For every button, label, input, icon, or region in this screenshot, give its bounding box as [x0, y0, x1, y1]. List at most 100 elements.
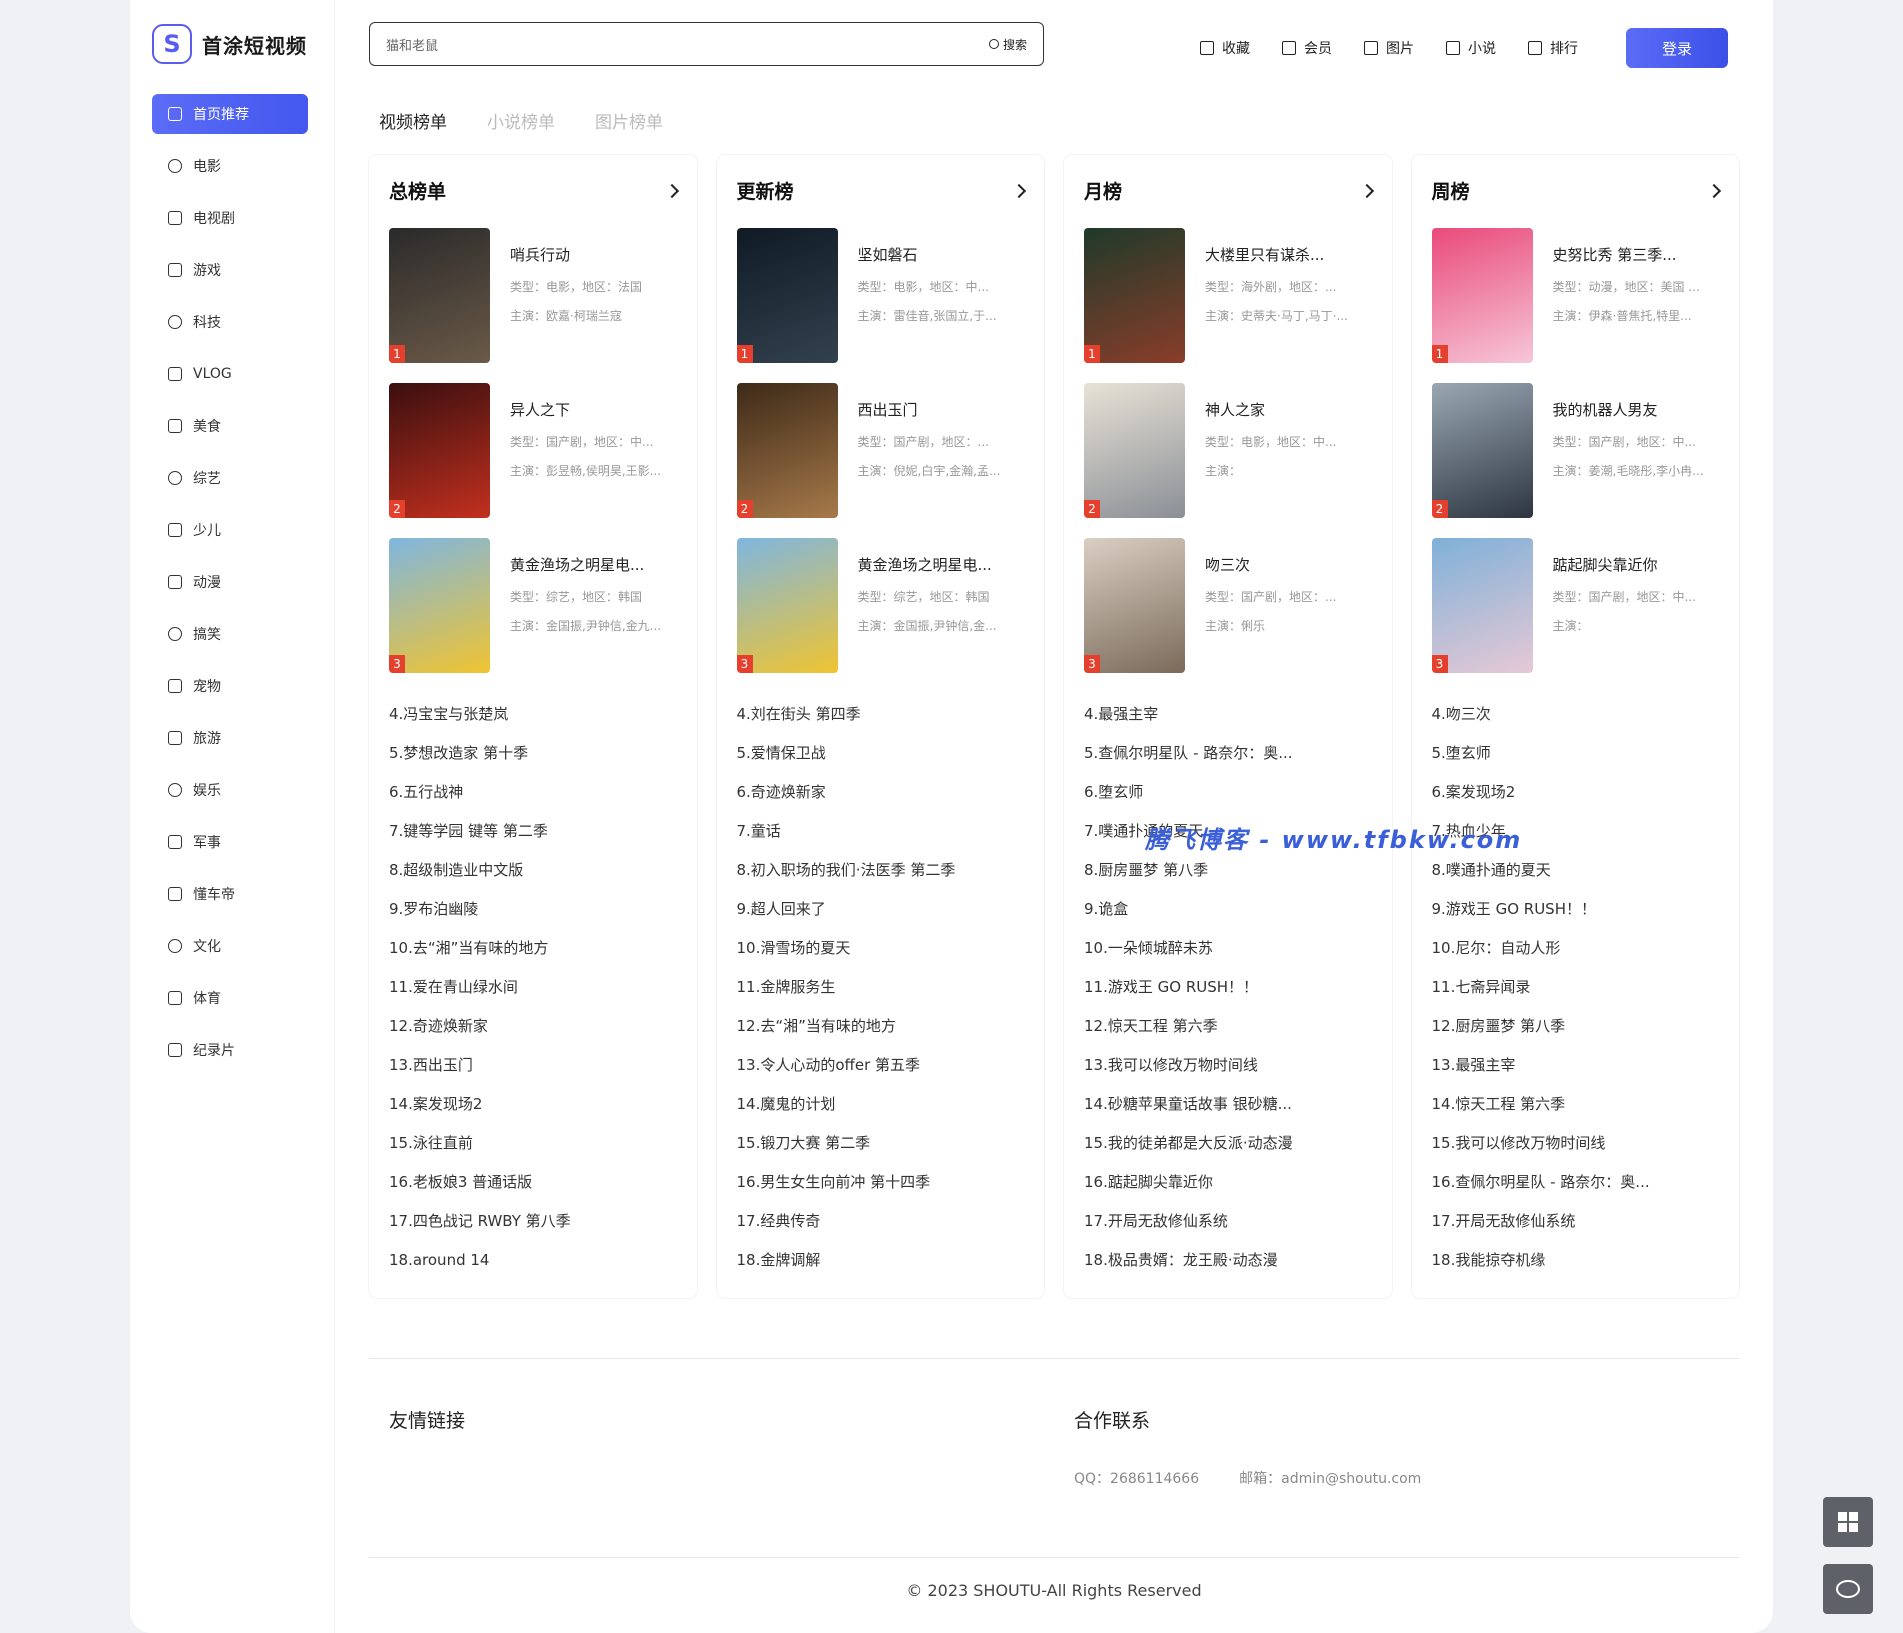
list-item[interactable]: 12.厨房噩梦 第八季: [1432, 1007, 1728, 1046]
list-item[interactable]: 9.超人回来了: [737, 890, 1033, 929]
top-item[interactable]: 3 吻三次 类型：国产剧，地区：... 主演：俐乐: [1084, 538, 1380, 673]
list-item[interactable]: 13.令人心动的offer 第五季: [737, 1046, 1033, 1085]
list-item[interactable]: 6.堕玄师: [1084, 773, 1380, 812]
top-item[interactable]: 2 我的机器人男友 类型：国产剧，地区：中... 主演：姜潮,毛晓彤,李小冉...: [1431, 383, 1728, 518]
topnav-item-0[interactable]: 收藏: [1200, 38, 1250, 58]
top-item[interactable]: 1 大楼里只有谋杀... 类型：海外剧，地区：... 主演：史蒂夫·马丁,马丁·...: [1084, 228, 1380, 363]
top-item[interactable]: 1 史努比秀 第三季... 类型：动漫，地区：美国 ... 主演：伊森·普焦托,特里.…: [1431, 228, 1728, 363]
list-item[interactable]: 11.金牌服务生: [737, 968, 1033, 1007]
topnav-item-2[interactable]: 图片: [1364, 38, 1414, 58]
list-item[interactable]: 6.奇迹焕新家: [737, 773, 1033, 812]
list-item[interactable]: 7.童话: [737, 812, 1033, 851]
sidebar-item-4[interactable]: 科技: [152, 302, 308, 342]
sidebar-item-5[interactable]: VLOG: [152, 354, 308, 394]
sidebar-item-15[interactable]: 懂车帝: [152, 874, 308, 914]
sidebar-item-9[interactable]: 动漫: [152, 562, 308, 602]
sidebar-item-8[interactable]: 少儿: [152, 510, 308, 550]
list-item[interactable]: 17.开局无敌修仙系统: [1432, 1202, 1728, 1241]
list-item[interactable]: 17.经典传奇: [737, 1202, 1033, 1241]
list-item[interactable]: 18.我能掠夺机缘: [1432, 1241, 1728, 1280]
list-item[interactable]: 9.游戏王 GO RUSH！！: [1432, 890, 1728, 929]
sidebar-item-2[interactable]: 电视剧: [152, 198, 308, 238]
top-item[interactable]: 3 黄金渔场之明星电... 类型：综艺，地区：韩国 主演：金国振,尹钟信,金九...: [389, 538, 685, 673]
list-item[interactable]: 5.爱情保卫战: [737, 734, 1033, 773]
list-item[interactable]: 16.踮起脚尖靠近你: [1084, 1163, 1380, 1202]
topnav-item-4[interactable]: 排行: [1528, 38, 1578, 58]
sidebar-item-18[interactable]: 纪录片: [152, 1030, 308, 1070]
sidebar-item-10[interactable]: 搞笑: [152, 614, 308, 654]
list-item[interactable]: 10.滑雪场的夏天: [737, 929, 1033, 968]
list-item[interactable]: 12.奇迹焕新家: [389, 1007, 685, 1046]
list-item[interactable]: 14.魔鬼的计划: [737, 1085, 1033, 1124]
list-item[interactable]: 13.西出玉门: [389, 1046, 685, 1085]
list-item[interactable]: 8.初入职场的我们·法医季 第二季: [737, 851, 1033, 890]
tab-0[interactable]: 视频榜单: [379, 108, 447, 133]
wechat-button[interactable]: [1823, 1564, 1873, 1614]
list-item[interactable]: 16.查佩尔明星队 - 路奈尔：奥...: [1432, 1163, 1728, 1202]
list-item[interactable]: 4.最强主宰: [1084, 695, 1380, 734]
list-item[interactable]: 18.极品贵婿：龙王殿·动态漫: [1084, 1241, 1380, 1280]
list-item[interactable]: 18.around 14: [389, 1241, 685, 1280]
list-item[interactable]: 7.键等学园 键等 第二季: [389, 812, 685, 851]
windows-app-button[interactable]: [1823, 1497, 1873, 1547]
sidebar-item-3[interactable]: 游戏: [152, 250, 308, 290]
list-item[interactable]: 4.吻三次: [1432, 695, 1728, 734]
list-item[interactable]: 9.罗布泊幽陵: [389, 890, 685, 929]
list-item[interactable]: 8.噗通扑通的夏天: [1432, 851, 1728, 890]
list-item[interactable]: 5.查佩尔明星队 - 路奈尔：奥...: [1084, 734, 1380, 773]
list-item[interactable]: 10.尼尔：自动人形: [1432, 929, 1728, 968]
list-item[interactable]: 6.案发现场2: [1432, 773, 1728, 812]
chevron-right-icon[interactable]: [1706, 183, 1722, 198]
list-item[interactable]: 14.惊天工程 第六季: [1432, 1085, 1728, 1124]
topnav-item-1[interactable]: 会员: [1282, 38, 1332, 58]
search-button[interactable]: 搜索: [988, 36, 1027, 53]
list-item[interactable]: 15.我可以修改万物时间线: [1432, 1124, 1728, 1163]
topnav-item-3[interactable]: 小说: [1446, 38, 1496, 58]
sidebar-item-17[interactable]: 体育: [152, 978, 308, 1018]
list-item[interactable]: 14.案发现场2: [389, 1085, 685, 1124]
sidebar-item-6[interactable]: 美食: [152, 406, 308, 446]
sidebar-item-1[interactable]: 电影: [152, 146, 308, 186]
list-item[interactable]: 11.爱在青山绿水间: [389, 968, 685, 1007]
list-item[interactable]: 5.堕玄师: [1432, 734, 1728, 773]
list-item[interactable]: 15.我的徒弟都是大反派·动态漫: [1084, 1124, 1380, 1163]
list-item[interactable]: 15.泳往直前: [389, 1124, 685, 1163]
list-item[interactable]: 9.诡盒: [1084, 890, 1380, 929]
sidebar-item-0[interactable]: 首页推荐: [152, 94, 308, 134]
list-item[interactable]: 17.开局无敌修仙系统: [1084, 1202, 1380, 1241]
list-item[interactable]: 4.刘在街头 第四季: [737, 695, 1033, 734]
top-item[interactable]: 1 坚如磐石 类型：电影，地区：中... 主演：雷佳音,张国立,于...: [736, 228, 1033, 363]
chevron-right-icon[interactable]: [664, 183, 679, 198]
list-item[interactable]: 18.金牌调解: [737, 1241, 1033, 1280]
list-item[interactable]: 17.四色战记 RWBY 第八季: [389, 1202, 685, 1241]
sidebar-item-7[interactable]: 综艺: [152, 458, 308, 498]
login-button[interactable]: 登录: [1626, 28, 1728, 68]
list-item[interactable]: 8.厨房噩梦 第八季: [1084, 851, 1380, 890]
chevron-right-icon[interactable]: [1359, 183, 1374, 198]
list-item[interactable]: 10.去“湘”当有味的地方: [389, 929, 685, 968]
list-item[interactable]: 11.游戏王 GO RUSH！！: [1084, 968, 1380, 1007]
sidebar-item-11[interactable]: 宠物: [152, 666, 308, 706]
list-item[interactable]: 16.男生女生向前冲 第十四季: [737, 1163, 1033, 1202]
top-item[interactable]: 2 神人之家 类型：电影，地区：中... 主演：: [1084, 383, 1380, 518]
sidebar-item-12[interactable]: 旅游: [152, 718, 308, 758]
list-item[interactable]: 12.惊天工程 第六季: [1084, 1007, 1380, 1046]
list-item[interactable]: 13.我可以修改万物时间线: [1084, 1046, 1380, 1085]
list-item[interactable]: 15.锻刀大赛 第二季: [737, 1124, 1033, 1163]
list-item[interactable]: 12.去“湘”当有味的地方: [737, 1007, 1033, 1046]
sidebar-item-14[interactable]: 军事: [152, 822, 308, 862]
list-item[interactable]: 11.七斋异闻录: [1432, 968, 1728, 1007]
list-item[interactable]: 16.老板娘3 普通话版: [389, 1163, 685, 1202]
top-item[interactable]: 2 西出玉门 类型：国产剧，地区：... 主演：倪妮,白宇,金瀚,孟...: [736, 383, 1033, 518]
top-item[interactable]: 3 黄金渔场之明星电... 类型：综艺，地区：韩国 主演：金国振,尹钟信,金...: [736, 538, 1033, 673]
list-item[interactable]: 8.超级制造业中文版: [389, 851, 685, 890]
contact-email[interactable]: 邮箱：admin@shoutu.com: [1239, 1468, 1421, 1488]
top-item[interactable]: 2 异人之下 类型：国产剧，地区：中... 主演：彭昱畅,侯明昊,王影...: [389, 383, 685, 518]
list-item[interactable]: 4.冯宝宝与张楚岚: [389, 695, 685, 734]
top-item[interactable]: 3 踮起脚尖靠近你 类型：国产剧，地区：中... 主演：: [1431, 538, 1728, 673]
list-item[interactable]: 14.砂糖苹果童话故事 银砂糖...: [1084, 1085, 1380, 1124]
brand[interactable]: S 首涂短视频: [152, 24, 307, 64]
chevron-right-icon[interactable]: [1011, 183, 1027, 198]
sidebar-item-16[interactable]: 文化: [152, 926, 308, 966]
search-input[interactable]: [386, 36, 989, 52]
